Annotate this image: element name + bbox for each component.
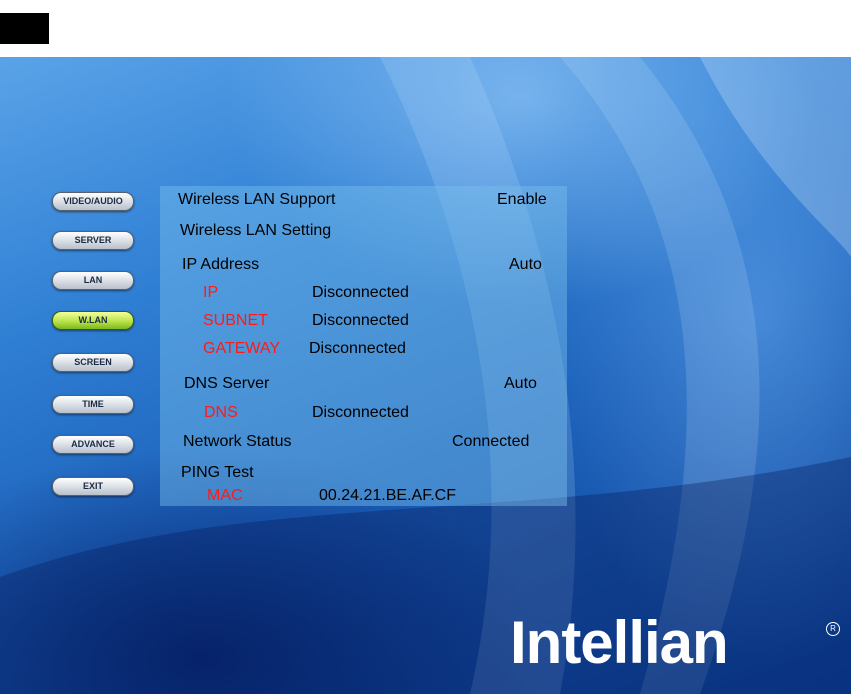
menu-button-time[interactable]: TIME — [52, 395, 134, 414]
gateway-value: Disconnected — [309, 340, 406, 357]
dns-server-mode[interactable]: Auto — [504, 375, 537, 393]
dns-server-label[interactable]: DNS Server — [184, 375, 269, 393]
subnet-value: Disconnected — [312, 312, 409, 329]
dns-value: Disconnected — [312, 404, 409, 421]
gateway-label: GATEWAY — [203, 340, 281, 357]
network-status-label: Network Status — [183, 433, 292, 450]
menu-button-lan[interactable]: LAN — [52, 271, 134, 290]
wireless-lan-support-value[interactable]: Enable — [497, 191, 547, 209]
subnet-label: SUBNET — [203, 312, 268, 329]
menu-button-video-audio[interactable]: VIDEO/AUDIO — [52, 192, 134, 211]
wireless-lan-setting-label[interactable]: Wireless LAN Setting — [180, 222, 331, 240]
ip-value: Disconnected — [312, 284, 409, 301]
ping-test-label[interactable]: PING Test — [181, 464, 254, 482]
wireless-lan-support-label[interactable]: Wireless LAN Support — [178, 191, 335, 209]
ip-address-mode[interactable]: Auto — [509, 256, 542, 274]
menu-button-advance[interactable]: ADVANCE — [52, 435, 134, 454]
network-status-value: Connected — [452, 433, 530, 450]
mac-value: 00.24.21.BE.AF.CF — [319, 487, 456, 504]
menu-button-server[interactable]: SERVER — [52, 231, 134, 250]
dns-label: DNS — [204, 404, 238, 421]
menu-button-screen[interactable]: SCREEN — [52, 353, 134, 372]
ip-label: IP — [203, 284, 219, 301]
mac-label: MAC — [207, 487, 243, 504]
menu-button-wlan[interactable]: W.LAN — [52, 311, 134, 330]
registered-mark-icon: R — [826, 622, 840, 636]
corner-black-block — [0, 13, 49, 44]
menu-button-exit[interactable]: EXIT — [52, 477, 134, 496]
intellian-logo: Intellian — [510, 609, 729, 676]
ip-address-label[interactable]: IP Address — [182, 256, 259, 274]
